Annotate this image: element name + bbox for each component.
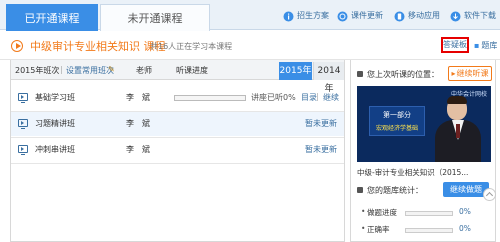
class-teacher: 李 斌 (126, 119, 150, 128)
last-position-header: 您上次听课的位置： 继续听课 (351, 66, 495, 82)
video-class-icon (18, 145, 28, 155)
board-line-2: 宏观经济学基础 (375, 125, 418, 132)
course-title[interactable]: 中级审计专业相关知识 课程 (30, 38, 166, 54)
question-bank-link[interactable]: 题库 (474, 40, 497, 51)
class-row[interactable]: 冲刺串讲班 李 斌 暂未更新 (11, 138, 344, 162)
top-link-courseware-update[interactable]: 课件更新 (337, 9, 383, 23)
not-updated-status: 暂未更新 (305, 119, 337, 128)
set-common-class-link[interactable]: 设置常用班次 (66, 65, 114, 76)
stat-progress-bar (405, 211, 453, 216)
top-link-label: 课件更新 (351, 11, 383, 20)
top-link-label: 移动应用 (408, 11, 440, 20)
year-tab-2014[interactable]: 2014年 (313, 62, 344, 94)
progress-text: 讲座已听0% (251, 93, 296, 102)
stat-progress-bar (405, 228, 453, 233)
scroll-top-button[interactable] (483, 188, 496, 201)
column-progress: 听课进度 (176, 66, 208, 75)
section-marker-icon (357, 187, 363, 193)
section-marker-icon (357, 71, 363, 77)
class-name[interactable]: 冲刺串讲班 (35, 144, 75, 155)
class-teacher: 李 斌 (126, 93, 150, 102)
mobile-icon (394, 11, 405, 22)
top-link-software-download[interactable]: 软件下载 (450, 9, 496, 23)
info-icon (283, 11, 294, 22)
class-name[interactable]: 习题精讲班 (35, 118, 75, 129)
tab-opened-courses[interactable]: 已开通课程 (6, 4, 98, 31)
video-caption[interactable]: 中级-审计专业相关知识（2015... (357, 167, 495, 178)
stat-row-accuracy: 正确率 0% (361, 224, 495, 236)
last-position-title: 您上次听课的位置： (367, 70, 439, 79)
learner-count: 共16人正在学习本课程 (150, 42, 233, 51)
list-header: 2015年班次 | 设置常用班次 ✎ 老师 听课进度 2015年 2014年 (11, 60, 344, 94)
not-updated-status: 暂未更新 (305, 145, 337, 154)
stat-value: 0% (459, 207, 471, 216)
stat-label: 做题进度 (361, 207, 397, 218)
video-board: 第一部分 宏观经济学基础 (369, 106, 425, 136)
continue-listening-button[interactable]: 继续听课 (448, 66, 492, 81)
top-link-label: 软件下载 (464, 11, 496, 20)
stat-value: 0% (459, 224, 471, 233)
continue-link[interactable]: 继续 (323, 92, 339, 103)
catalog-link[interactable]: 目录 (301, 92, 317, 103)
video-class-icon (18, 93, 28, 103)
column-teacher: 老师 (136, 66, 152, 75)
tab-not-opened-courses[interactable]: 未开通课程 (100, 4, 210, 31)
qa-board-button[interactable]: 答疑板 (441, 37, 469, 53)
class-teacher: 李 斌 (126, 145, 150, 154)
refresh-icon (337, 11, 348, 22)
top-link-mobile-app[interactable]: 移动应用 (394, 9, 440, 23)
video-thumbnail[interactable]: 中华会计网校 第一部分 宏观经济学基础 (357, 86, 491, 162)
right-side-panel: 您上次听课的位置： 继续听课 中华会计网校 第一部分 宏观经济学基础 中级-审计… (350, 60, 496, 242)
question-stats-header: 您的题库统计： 继续做题 (351, 180, 495, 198)
stat-row-progress: 做题进度 0% (361, 207, 495, 219)
play-circle-icon (11, 40, 23, 52)
video-class-icon (18, 119, 28, 129)
top-tab-bar: 已开通课程 未开通课程 招生方案 课件更新 移动应用 软件下载 (0, 0, 500, 31)
class-name[interactable]: 基础学习班 (35, 92, 75, 103)
progress-bar (174, 95, 246, 101)
link-separator: | (316, 92, 319, 101)
stat-label: 正确率 (361, 224, 389, 235)
class-row[interactable]: 基础学习班 李 斌 讲座已听0% 目录 | 继续 (11, 86, 344, 110)
board-line-1: 第一部分 (383, 111, 411, 119)
question-stats-title: 您的题库统计： (367, 186, 423, 195)
header-separator: | (60, 65, 63, 74)
top-link-label: 招生方案 (297, 11, 329, 20)
course-header: 中级审计专业相关知识 课程 共16人正在学习本课程 答疑板 题库 (0, 30, 500, 60)
class-list-panel: 2015年班次 | 设置常用班次 ✎ 老师 听课进度 2015年 2014年 基… (10, 60, 345, 242)
top-link-enrollment[interactable]: 招生方案 (283, 9, 329, 23)
class-row[interactable]: 习题精讲班 李 斌 暂未更新 (11, 112, 344, 136)
download-icon (450, 11, 461, 22)
pencil-icon[interactable]: ✎ (108, 65, 115, 74)
year-tab-2015[interactable]: 2015年 (279, 62, 312, 80)
class-year-label: 2015年班次 (15, 66, 60, 75)
